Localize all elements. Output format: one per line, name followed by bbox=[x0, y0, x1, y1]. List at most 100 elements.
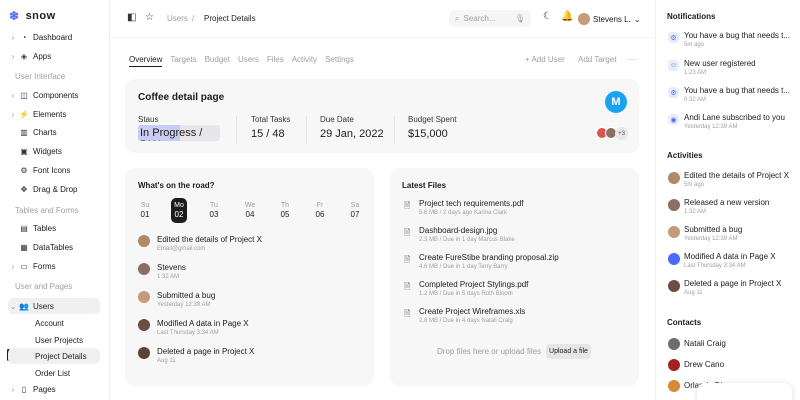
sidebar-toggle-icon[interactable]: ◧ bbox=[127, 12, 136, 23]
tasks-label: Total Tasks bbox=[251, 115, 291, 124]
sidebar-item-components[interactable]: › ◫ Components bbox=[8, 87, 100, 103]
activity-title[interactable]: Deleted a page in Project X bbox=[684, 279, 796, 288]
notification-title[interactable]: Andi Lane subscribed to you bbox=[684, 113, 796, 122]
avatar bbox=[668, 253, 680, 265]
avatar bbox=[138, 347, 150, 359]
road-activity-sub: Aug 11 bbox=[157, 358, 176, 364]
microphone-icon[interactable]: 🎙 bbox=[515, 14, 525, 23]
sidebar-subitem-user-projects[interactable]: User Projects bbox=[8, 332, 100, 348]
file-name[interactable]: Project tech requirements.pdf bbox=[419, 199, 524, 208]
sidebar-item-pages[interactable]: › ▯ Pages bbox=[8, 381, 100, 397]
tab-overview[interactable]: Overview bbox=[129, 55, 163, 67]
chevron-right-icon: › bbox=[11, 384, 15, 394]
sidebar-item-label: DataTables bbox=[33, 242, 74, 252]
upload-file-button[interactable]: Upload a file bbox=[546, 344, 591, 359]
tab-files[interactable]: Files bbox=[267, 55, 284, 67]
breadcrumb-root[interactable]: Users bbox=[167, 14, 188, 23]
bug-icon: ⚙ bbox=[668, 87, 679, 98]
sidebar-subitem-project-details[interactable]: Project Details bbox=[8, 348, 100, 364]
day-item[interactable]: Th 05 bbox=[277, 202, 293, 219]
day-name: Fr bbox=[316, 202, 324, 209]
tab-activity[interactable]: Activity bbox=[292, 55, 317, 67]
sidebar-item-font-icons[interactable]: ⚙ Font Icons bbox=[8, 162, 100, 178]
notification-title[interactable]: You have a bug that needs t... bbox=[684, 86, 796, 95]
tab-settings[interactable]: Settings bbox=[325, 55, 354, 67]
contact-name[interactable]: Drew Cano bbox=[684, 360, 796, 369]
brand-name: snow bbox=[25, 10, 56, 22]
tab-budget[interactable]: Budget bbox=[205, 55, 230, 67]
activity-title[interactable]: Released a new version bbox=[684, 198, 796, 207]
sidebar-item-tables[interactable]: ▤ Tables bbox=[8, 220, 100, 236]
tab-users[interactable]: Users bbox=[238, 55, 259, 67]
star-icon[interactable]: ☆ bbox=[145, 12, 154, 23]
sidebar-item-label: Drag & Drop bbox=[33, 184, 78, 194]
road-title: What's on the road? bbox=[138, 181, 215, 190]
day-item[interactable]: Tu 03 bbox=[206, 202, 222, 219]
notification-title[interactable]: You have a bug that needs t... bbox=[684, 31, 796, 40]
sidebar-item-drag-drop[interactable]: ✥ Drag & Drop bbox=[8, 181, 100, 197]
activity-title[interactable]: Submitted a bug bbox=[684, 225, 796, 234]
sidebar-subitem-account[interactable]: Account bbox=[8, 315, 100, 331]
sidebar: ❄ snow › ◔ Dashboard › ◈ Apps User Inter… bbox=[0, 0, 110, 400]
file-meta: 5.6 MB / 2 days ago Karina Clark bbox=[419, 210, 508, 216]
sidebar-item-charts[interactable]: ▥ Charts bbox=[8, 124, 100, 140]
more-options-button[interactable]: ··· bbox=[628, 55, 636, 64]
day-item[interactable]: We 04 bbox=[242, 202, 258, 219]
road-activity-title: Edited the details of Project X bbox=[157, 235, 262, 244]
user-menu[interactable]: Stevens L. ⌄ bbox=[578, 13, 641, 25]
file-name[interactable]: Create Project Wireframes.xls bbox=[419, 307, 525, 316]
search-placeholder: Search... bbox=[463, 14, 496, 23]
activity-title[interactable]: Modified A data in Page X bbox=[684, 252, 796, 261]
sidebar-item-label: Charts bbox=[33, 127, 57, 137]
sidebar-item-forms[interactable]: › ▭ Forms bbox=[8, 258, 100, 274]
road-activity-sub: 1:32 AM bbox=[157, 274, 180, 280]
sidebar-item-label: Dashboard bbox=[33, 32, 73, 42]
activity-title[interactable]: Edited the details of Project X bbox=[684, 171, 796, 180]
day-item[interactable]: Su 01 bbox=[137, 202, 153, 219]
sidebar-item-datatables[interactable]: ▦ DataTables bbox=[8, 239, 100, 255]
file-name[interactable]: Completed Project Stylings.pdf bbox=[419, 280, 528, 289]
file-meta: 2.3 MB / Due in 1 day Marcus Blake bbox=[419, 237, 515, 243]
add-user-button[interactable]: + Add User bbox=[525, 55, 565, 64]
day-item[interactable]: Sa 07 bbox=[347, 202, 363, 219]
sidebar-item-label: Apps bbox=[33, 51, 52, 61]
sidebar-item-widgets[interactable]: ▣ Widgets bbox=[8, 143, 100, 159]
file-meta: 2.8 MB / Due in 4 days Natali Craig bbox=[419, 318, 513, 324]
sidebar-item-elements[interactable]: › ⚡ Elements bbox=[8, 106, 100, 122]
file-name[interactable]: Dashboard-design.jpg bbox=[419, 226, 497, 235]
sidebar-item-apps[interactable]: › ◈ Apps bbox=[8, 48, 100, 64]
bell-icon[interactable]: 🔔 bbox=[561, 11, 573, 22]
day-number: 05 bbox=[280, 210, 290, 219]
sidebar-item-label: Users bbox=[33, 301, 54, 311]
day-item[interactable]: Fr 06 bbox=[312, 202, 328, 219]
avatar bbox=[668, 226, 680, 238]
sidebar-subitem-order-list[interactable]: Order List bbox=[8, 365, 100, 381]
budget-value: $15,000 bbox=[408, 128, 448, 140]
bolt-icon: ⚡ bbox=[19, 109, 29, 119]
extra-members-badge[interactable]: +3 bbox=[615, 127, 628, 140]
sidebar-item-users[interactable]: ⌄ 👥 Users bbox=[8, 298, 100, 314]
file-name[interactable]: Create FureStibe branding proposal.zip bbox=[419, 253, 559, 262]
sidebar-item-dashboard[interactable]: › ◔ Dashboard bbox=[8, 29, 100, 45]
tab-targets[interactable]: Targets bbox=[170, 55, 196, 67]
upload-dropzone-text[interactable]: Drop files here or upload files bbox=[437, 347, 541, 356]
section-label-users: User and Pages bbox=[15, 282, 73, 291]
widget-icon: ▣ bbox=[20, 146, 28, 156]
sidebar-item-label: Font Icons bbox=[33, 165, 71, 175]
theme-moon-icon[interactable]: ☾ bbox=[543, 11, 552, 22]
notification-title[interactable]: New user registered bbox=[684, 59, 796, 68]
add-target-button[interactable]: Add Target bbox=[578, 55, 617, 64]
file-icon: 🗎 bbox=[404, 201, 411, 210]
contact-name[interactable]: Natali Craig bbox=[684, 339, 796, 348]
brand-logo[interactable]: ❄ snow bbox=[9, 9, 56, 23]
avatar bbox=[138, 263, 150, 275]
avatar bbox=[668, 199, 680, 211]
activity-time: Yesterday 12:39 AM bbox=[684, 236, 738, 242]
floating-panel[interactable] bbox=[697, 383, 792, 400]
snowflake-icon: ❄ bbox=[9, 9, 20, 23]
status-progress: In Progress / 51% bbox=[138, 125, 220, 141]
day-item-selected[interactable]: Mo 02 bbox=[171, 198, 187, 223]
search-input[interactable]: ⌕ Search... 🎙 bbox=[449, 10, 531, 27]
road-activity-title: Stevens bbox=[157, 263, 186, 272]
activity-time: Last Thursday 3:34 AM bbox=[684, 263, 746, 269]
